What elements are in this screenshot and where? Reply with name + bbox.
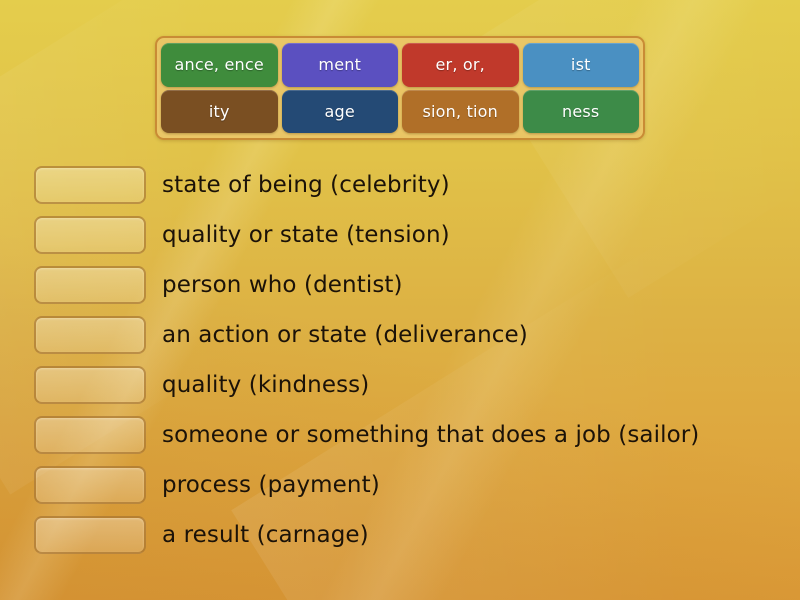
word-tile-ness[interactable]: ness — [522, 89, 639, 133]
drop-zone-4[interactable] — [34, 316, 146, 354]
answer-row: process (payment) — [34, 460, 794, 510]
answer-list: state of being (celebrity) quality or st… — [34, 160, 794, 560]
answer-label: someone or something that does a job (sa… — [162, 421, 700, 448]
answer-row: person who (dentist) — [34, 260, 794, 310]
answer-row: quality (kindness) — [34, 360, 794, 410]
drop-zone-5[interactable] — [34, 366, 146, 404]
answer-row: quality or state (tension) — [34, 210, 794, 260]
answer-label: process (payment) — [162, 471, 380, 498]
answer-row: a result (carnage) — [34, 510, 794, 560]
word-tile-age[interactable]: age — [281, 89, 398, 133]
answer-row: someone or something that does a job (sa… — [34, 410, 794, 460]
drop-zone-6[interactable] — [34, 416, 146, 454]
word-tile-er-or[interactable]: er, or, — [402, 43, 519, 87]
answer-label: state of being (celebrity) — [162, 171, 450, 198]
answer-label: quality or state (tension) — [162, 221, 450, 248]
answer-row: state of being (celebrity) — [34, 160, 794, 210]
tile-row-2: ity age sion, tion ness — [161, 89, 639, 133]
word-tile-ist[interactable]: ist — [522, 43, 639, 87]
word-tile-sion-tion[interactable]: sion, tion — [402, 89, 519, 133]
drop-zone-1[interactable] — [34, 166, 146, 204]
word-tile-ance-ence[interactable]: ance, ence — [161, 43, 278, 87]
answer-label: an action or state (deliverance) — [162, 321, 528, 348]
answer-label: quality (kindness) — [162, 371, 370, 398]
game-board: ance, ence ment er, or, ist ity age sion… — [0, 0, 800, 600]
answer-label: person who (dentist) — [162, 271, 403, 298]
word-tile-tray: ance, ence ment er, or, ist ity age sion… — [155, 36, 645, 140]
drop-zone-8[interactable] — [34, 516, 146, 554]
drop-zone-7[interactable] — [34, 466, 146, 504]
drop-zone-3[interactable] — [34, 266, 146, 304]
word-tile-ity[interactable]: ity — [161, 89, 278, 133]
drop-zone-2[interactable] — [34, 216, 146, 254]
word-tile-ment[interactable]: ment — [281, 43, 398, 87]
tile-row-1: ance, ence ment er, or, ist — [161, 43, 639, 87]
answer-row: an action or state (deliverance) — [34, 310, 794, 360]
answer-label: a result (carnage) — [162, 521, 369, 548]
